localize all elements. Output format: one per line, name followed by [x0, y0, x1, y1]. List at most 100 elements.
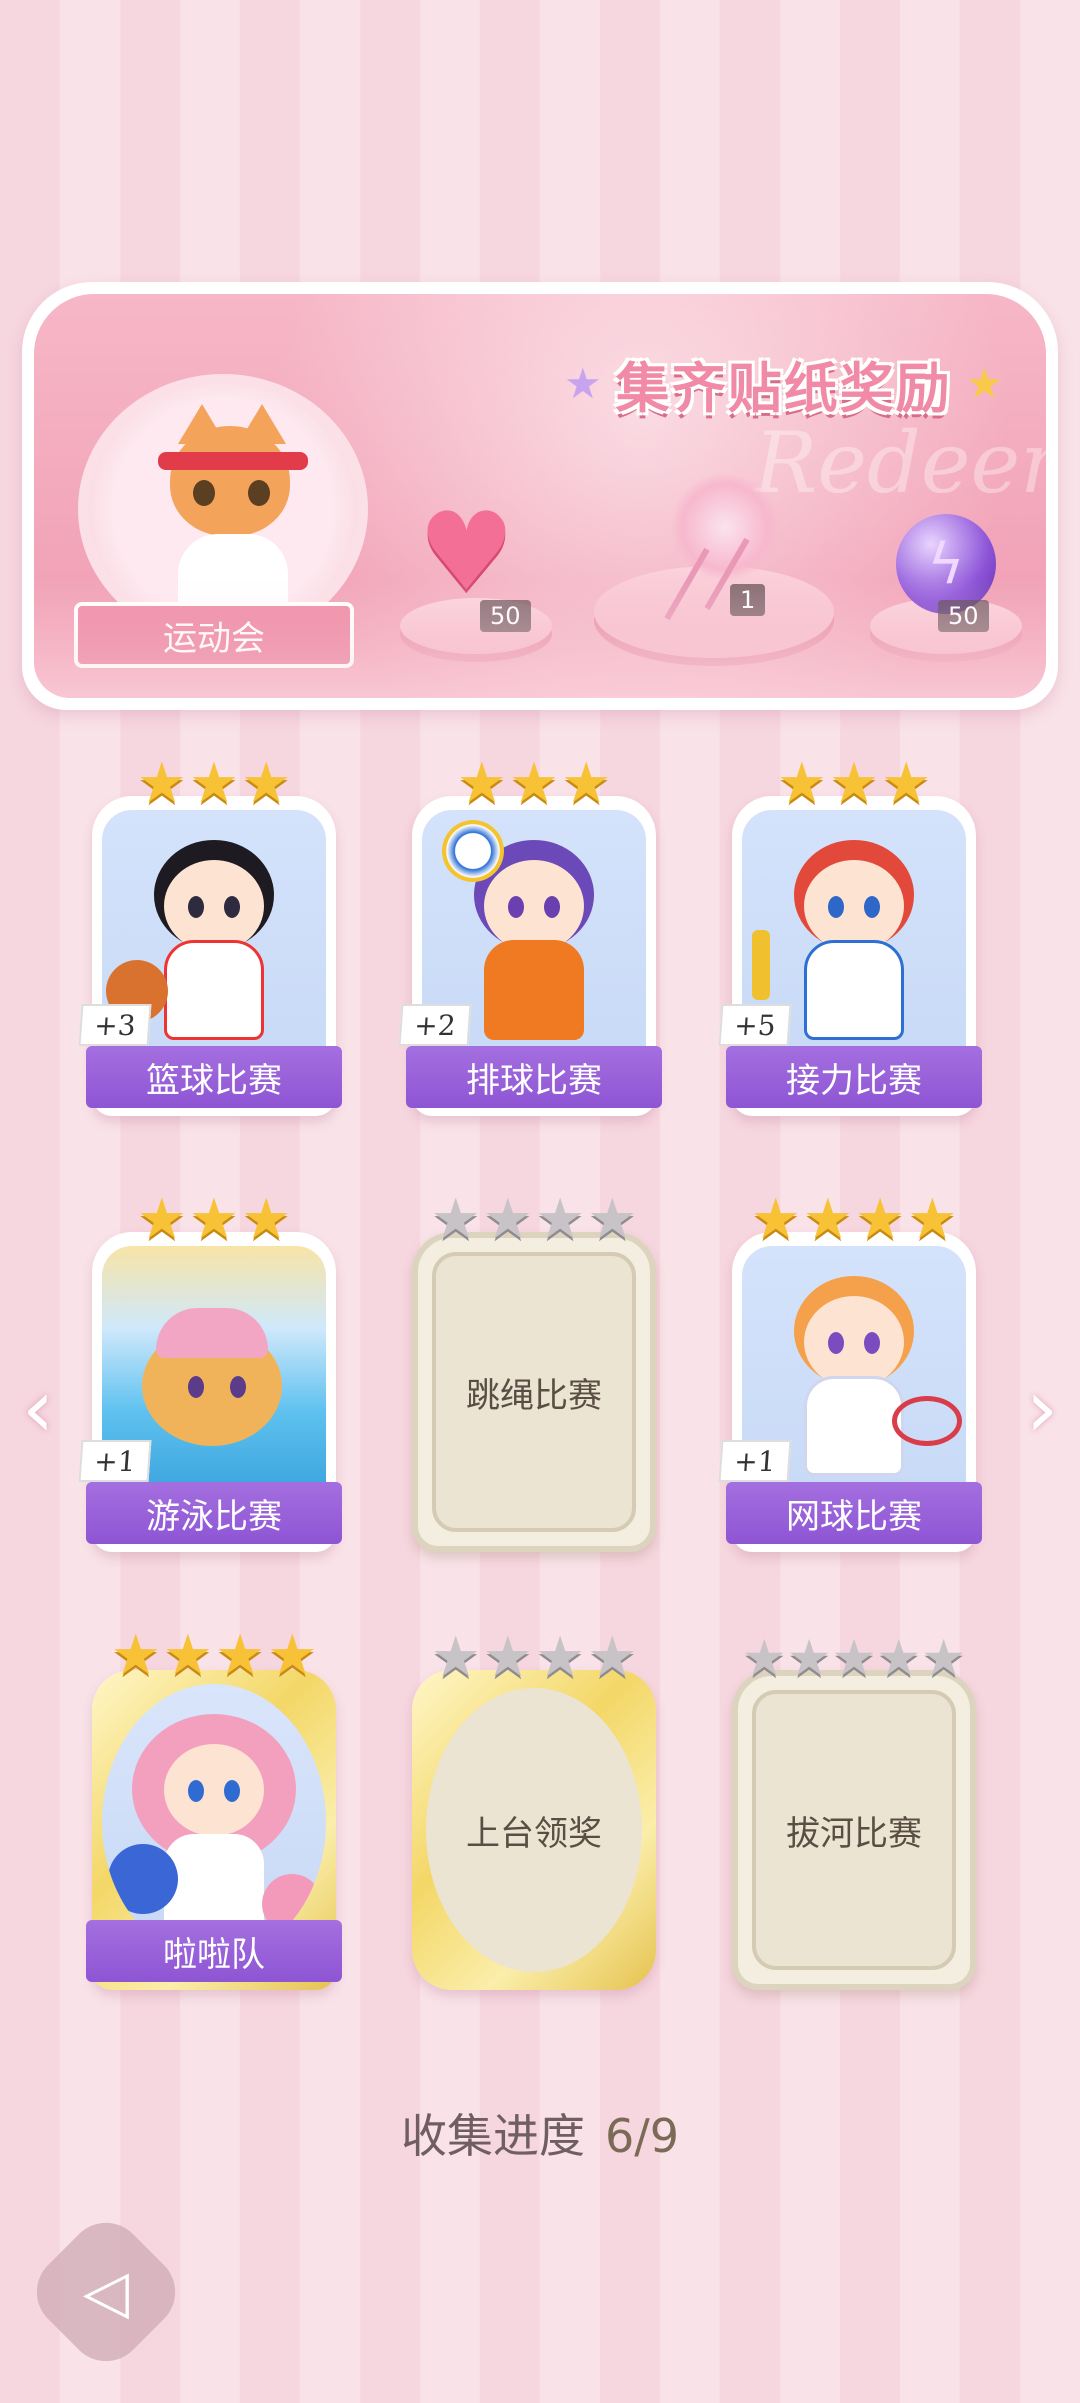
- star-icon: ★: [430, 1625, 481, 1690]
- star-icon: ★: [776, 751, 827, 816]
- star-icon: ★: [855, 1187, 906, 1252]
- star-rating: ★ ★ ★ ★: [726, 1192, 982, 1248]
- star-icon: ★: [876, 1629, 922, 1687]
- relay-baton-icon: [752, 930, 770, 1000]
- progress-label: 收集进度: [400, 2109, 585, 2163]
- star-rating: ★ ★ ★: [86, 756, 342, 812]
- star-icon: ★: [188, 751, 240, 816]
- bonus-badge: +3: [78, 1004, 152, 1046]
- cat-eye: [193, 480, 215, 506]
- reward-count: 50: [480, 600, 531, 632]
- girl-body: [804, 1376, 904, 1476]
- sticker-name: 拔河比赛: [752, 1690, 956, 1970]
- sticker-name: 游泳比赛: [86, 1482, 342, 1544]
- sticker-card-jump-rope-locked[interactable]: 跳绳比赛 ★ ★ ★ ★: [406, 1192, 662, 1552]
- bonus-badge: +5: [718, 1004, 792, 1046]
- purple-star-icon: ★: [564, 359, 602, 408]
- star-icon: ★: [482, 1187, 533, 1252]
- star-rating: ★ ★ ★ ★: [406, 1192, 662, 1248]
- sticker-card-tennis[interactable]: ★ ★ ★ ★ +1 网球比赛: [718, 1192, 982, 1552]
- star-icon: ★: [215, 1623, 266, 1688]
- star-icon: ★: [828, 751, 880, 816]
- sticker-name: 网球比赛: [726, 1482, 982, 1544]
- star-icon: ★: [136, 1187, 187, 1252]
- sticker-card-award-locked[interactable]: 上台领奖 ★ ★ ★ ★: [406, 1630, 662, 1990]
- sticker-name: 上台领奖: [426, 1688, 642, 1972]
- bonus-badge: +2: [398, 1004, 472, 1046]
- star-icon: ★: [587, 1187, 638, 1252]
- pom-pom-icon: [108, 1844, 178, 1914]
- reward-banner-background: Redeem ★ 集齐贴纸奖励 ★ 运动会 ♥ 50 1 ϟ 50: [34, 294, 1046, 698]
- star-rating: ★ ★ ★: [86, 1192, 342, 1248]
- eye: [224, 896, 240, 918]
- locked-frame: 拔河比赛: [732, 1670, 976, 1990]
- girl-body: [164, 940, 264, 1040]
- star-rating: ★ ★ ★: [406, 756, 662, 812]
- girl-body: [164, 1834, 264, 1934]
- eye: [828, 896, 844, 918]
- star-icon: ★: [831, 1629, 877, 1687]
- sticker-card-tug-of-war-locked[interactable]: 拔河比赛 ★ ★ ★ ★ ★: [726, 1630, 982, 1990]
- cat-body: [178, 534, 288, 614]
- star-icon: ★: [802, 1187, 853, 1252]
- sticker-card-basketball[interactable]: ★ ★ ★ +3 篮球比赛: [78, 756, 342, 1116]
- star-icon: ★: [508, 751, 560, 816]
- star-icon: ★: [921, 1629, 967, 1687]
- sticker-card-cheerleading[interactable]: ★ ★ ★ ★ 啦啦队: [86, 1628, 342, 1990]
- tennis-racket-icon: [892, 1396, 962, 1446]
- purple-energy-orb-icon[interactable]: ϟ: [896, 514, 996, 614]
- star-icon: ★: [456, 751, 507, 816]
- flower-bouquet-icon[interactable]: [670, 472, 780, 582]
- star-icon: ★: [750, 1187, 801, 1252]
- next-page-arrow-icon[interactable]: ›: [1012, 1362, 1072, 1455]
- progress-value: 6/9: [604, 2109, 680, 2163]
- sticker-card-relay[interactable]: ★ ★ ★ +5 接力比赛: [718, 751, 982, 1116]
- eye: [544, 896, 560, 918]
- volleyball-icon: [442, 820, 504, 882]
- girl-body: [484, 940, 584, 1040]
- star-icon: ★: [267, 1623, 318, 1688]
- reward-pedestal: [870, 598, 1022, 654]
- star-rating: ★ ★ ★ ★: [406, 1630, 662, 1686]
- star-rating: ★ ★ ★ ★: [86, 1628, 342, 1684]
- star-icon: ★: [907, 1187, 958, 1252]
- eye: [230, 1376, 246, 1398]
- sticker-name: 跳绳比赛: [432, 1252, 636, 1532]
- star-icon: ★: [482, 1625, 533, 1690]
- sticker-card-volleyball[interactable]: ★ ★ ★ +2 排球比赛: [398, 756, 662, 1116]
- cat-headband: [158, 452, 308, 470]
- locked-frame: 跳绳比赛: [412, 1232, 656, 1552]
- prev-page-arrow-icon[interactable]: ‹: [8, 1362, 68, 1455]
- girl-face: [804, 1296, 904, 1388]
- girl-face: [164, 1744, 264, 1836]
- eye: [508, 896, 524, 918]
- cat-eye: [248, 480, 270, 506]
- swim-cap: [156, 1308, 268, 1358]
- star-icon: ★: [786, 1629, 832, 1687]
- girl-body: [804, 940, 904, 1040]
- card-art: [102, 1684, 326, 1960]
- star-icon: ★: [587, 1625, 638, 1690]
- star-icon: ★: [741, 1629, 787, 1687]
- star-icon: ★: [241, 1187, 292, 1252]
- sticker-name: 接力比赛: [726, 1046, 982, 1108]
- star-icon: ★: [535, 1625, 586, 1690]
- girl-face: [484, 860, 584, 952]
- pink-heart-gem-icon[interactable]: ♥: [418, 490, 515, 615]
- eye: [864, 1332, 880, 1354]
- banner-watermark: Redeem: [754, 414, 1046, 512]
- star-icon: ★: [188, 1187, 240, 1252]
- eye: [224, 1780, 240, 1802]
- star-icon: ★: [561, 751, 612, 816]
- star-icon: ★: [136, 751, 187, 816]
- eye: [188, 1780, 204, 1802]
- sticker-card-swimming[interactable]: ★ ★ ★ +1 游泳比赛: [78, 1192, 342, 1552]
- bonus-badge: +1: [78, 1440, 152, 1482]
- reward-count: 50: [938, 600, 989, 632]
- banner-title-row: ★ 集齐贴纸奖励 ★: [564, 344, 1003, 423]
- back-button[interactable]: ◁: [21, 2207, 191, 2377]
- eye: [828, 1332, 844, 1354]
- eye: [188, 896, 204, 918]
- reward-count: 1: [730, 584, 766, 616]
- collection-progress: 收集进度 6/9: [0, 2100, 1080, 2166]
